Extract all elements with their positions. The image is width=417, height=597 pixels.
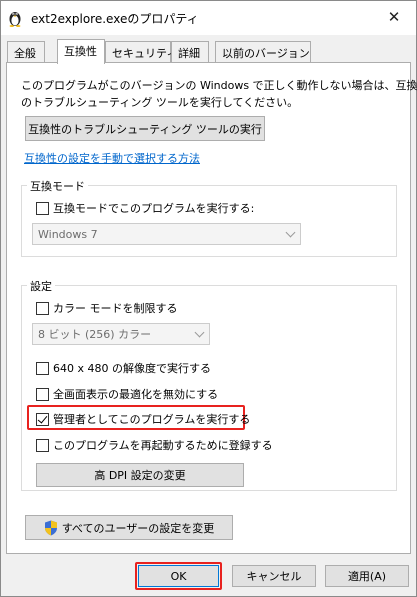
tab-previous-versions[interactable]: 以前のバージョン <box>215 41 311 63</box>
tux-penguin-icon <box>9 12 21 27</box>
color-mode-label: カラー モードを制限する <box>53 302 178 315</box>
compat-mode-checkbox[interactable] <box>36 201 49 215</box>
compat-mode-checkbox-label: 互換モードでこのプログラムを実行する: <box>53 202 255 215</box>
run-troubleshooter-button[interactable]: 互換性のトラブルシューティング ツールの実行 <box>25 116 265 141</box>
manual-settings-link[interactable]: 互換性の設定を手動で選択する方法 <box>24 150 200 166</box>
title-bar: ext2explore.exeのプロパティ ✕ <box>1 1 416 35</box>
register-restart-checkbox-row[interactable]: このプログラムを再起動するために登録する <box>36 437 273 453</box>
settings-label: 設定 <box>27 278 55 294</box>
color-mode-checkbox-row[interactable]: カラー モードを制限する <box>36 300 178 316</box>
ok-button[interactable]: OK <box>138 565 219 587</box>
fullscreen-opt-checkbox-row[interactable]: 全画面表示の最適化を無効にする <box>36 386 218 402</box>
register-restart-checkbox[interactable] <box>36 438 49 452</box>
color-mode-checkbox[interactable] <box>36 301 49 315</box>
window-title: ext2explore.exeのプロパティ <box>31 12 199 26</box>
intro-text-line2: のトラブルシューティング ツールを実行してください。 <box>21 96 299 109</box>
os-version-value: Windows 7 <box>38 227 98 241</box>
compat-mode-group <box>21 185 397 257</box>
close-button[interactable]: ✕ <box>372 1 416 33</box>
resolution-checkbox[interactable] <box>36 361 49 375</box>
fullscreen-opt-checkbox[interactable] <box>36 387 49 401</box>
color-depth-value: 8 ビット (256) カラー <box>38 328 152 341</box>
uac-shield-icon <box>44 520 57 535</box>
resolution-label: 640 x 480 の解像度で実行する <box>53 362 211 375</box>
compat-mode-label: 互換モード <box>27 178 88 194</box>
high-dpi-settings-button[interactable]: 高 DPI 設定の変更 <box>36 463 244 487</box>
tab-compatibility[interactable]: 互換性 <box>57 39 105 64</box>
tab-security[interactable]: セキュリティ <box>105 41 177 63</box>
register-restart-label: このプログラムを再起動するために登録する <box>53 439 273 452</box>
apply-button[interactable]: 適用(A) <box>325 565 409 587</box>
compatibility-panel: このプログラムがこのバージョンの Windows で正しく動作しない場合は、互換… <box>6 62 417 554</box>
intro-text-line1: このプログラムがこのバージョンの Windows で正しく動作しない場合は、互換… <box>21 79 417 92</box>
color-depth-select: 8 ビット (256) カラー <box>32 323 210 345</box>
chevron-down-icon <box>194 327 205 338</box>
tab-details[interactable]: 詳細 <box>171 41 209 63</box>
fullscreen-opt-label: 全画面表示の最適化を無効にする <box>53 388 219 401</box>
run-as-admin-checkbox[interactable] <box>36 412 49 426</box>
properties-dialog: ext2explore.exeのプロパティ ✕ 全般 互換性 セキュリティ 詳細… <box>0 0 417 597</box>
tab-general[interactable]: 全般 <box>7 41 45 63</box>
compat-mode-checkbox-row[interactable]: 互換モードでこのプログラムを実行する: <box>36 200 254 216</box>
tab-strip: 全般 互換性 セキュリティ 詳細 以前のバージョン <box>7 39 407 64</box>
chevron-down-icon <box>285 227 296 238</box>
os-version-select: Windows 7 <box>32 223 301 245</box>
run-as-admin-checkbox-row[interactable]: 管理者としてこのプログラムを実行する <box>36 411 250 427</box>
run-as-admin-label: 管理者としてこのプログラムを実行する <box>53 413 251 426</box>
change-all-users-label: すべてのユーザーの設定を変更 <box>61 521 215 535</box>
cancel-button[interactable]: キャンセル <box>232 565 316 587</box>
change-all-users-button[interactable]: すべてのユーザーの設定を変更 <box>25 515 233 540</box>
close-icon: ✕ <box>387 8 401 26</box>
resolution-checkbox-row[interactable]: 640 x 480 の解像度で実行する <box>36 360 211 376</box>
